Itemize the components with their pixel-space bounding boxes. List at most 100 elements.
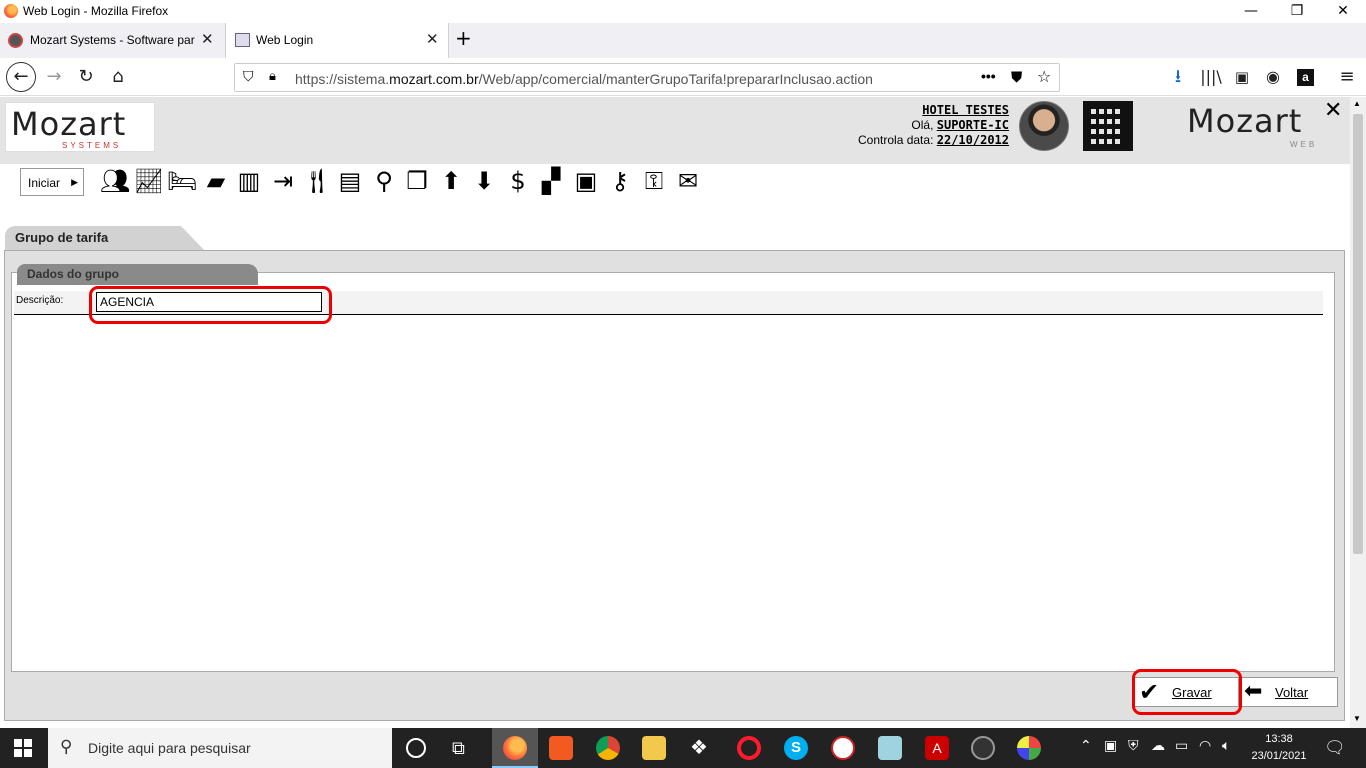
hotel-name[interactable]: HOTEL TESTES (922, 103, 1009, 117)
restaurant-icon[interactable]: 🍴︎ (301, 165, 333, 197)
forward-button[interactable]: → (40, 64, 68, 90)
menu-icon[interactable]: ≡ (1333, 64, 1361, 90)
brave-icon[interactable] (549, 736, 573, 760)
tab-mozart-systems[interactable]: Mozart Systems - Software para ✕ (0, 23, 224, 58)
form-panel (11, 272, 1335, 672)
back-button[interactable]: ← (6, 62, 36, 92)
url-bar[interactable]: ⛉ 🔒︎ https://sistema.mozart.com.br/Web/a… (234, 63, 1060, 92)
cortana-icon[interactable] (406, 738, 426, 758)
minimize-button[interactable]: — (1228, 2, 1274, 22)
task-view-icon[interactable]: ⧉ (452, 738, 465, 759)
downloads-icon[interactable]: ⭳ (1164, 64, 1192, 90)
library-icon[interactable]: |||\ (1197, 64, 1225, 90)
back-label: Voltar (1275, 685, 1309, 700)
app-icon[interactable] (971, 736, 995, 760)
mozart-web-logo: Mozart WEB (1182, 100, 1324, 154)
taskbar-firefox[interactable] (492, 728, 538, 768)
tab-label: Web Login (256, 33, 314, 47)
users-icon[interactable]: 👥︎ (99, 165, 131, 197)
chrome-icon[interactable] (596, 736, 620, 760)
volume-icon[interactable]: 🔈︎ (1222, 738, 1230, 754)
page-actions-icon[interactable]: ••• (981, 68, 996, 84)
tab-close-icon[interactable]: ✕ (426, 30, 439, 48)
mozart-favicon-icon (8, 33, 23, 48)
notifications-icon[interactable]: 🗨︎ (1324, 738, 1346, 758)
windows-icon[interactable]: ❐ (401, 165, 433, 197)
new-tab-button[interactable]: + (455, 26, 472, 50)
url-text[interactable]: https://sistema.mozart.com.br/Web/app/co… (295, 71, 873, 87)
acrobat-icon[interactable]: A (925, 736, 949, 760)
upload-icon[interactable]: ⬆ (435, 165, 467, 197)
start-menu-label: Iniciar (28, 176, 61, 190)
taskbar-search[interactable]: ⚲ Digite aqui para pesquisar (48, 728, 392, 768)
start-menu-button[interactable]: Iniciar ▶ (20, 168, 84, 196)
pocket-icon[interactable]: ⛊ (1011, 68, 1022, 86)
account-icon[interactable]: ◉ (1259, 64, 1287, 90)
page-favicon-icon (235, 33, 250, 47)
logo-subtitle: WEB (1290, 140, 1318, 149)
search-icon[interactable]: ⚲ (368, 165, 400, 197)
tray-overflow-icon[interactable]: ⌃ (1080, 738, 1092, 754)
dollar-icon[interactable]: $ (502, 165, 534, 197)
paint-icon[interactable] (1017, 736, 1041, 760)
amazon-icon[interactable]: a (1297, 69, 1314, 86)
section-tab: Dados do grupo (17, 264, 258, 285)
user-name[interactable]: SUPORTE-IC (937, 118, 1009, 132)
taskbar-clock[interactable]: 13:38 23/01/2021 (1250, 731, 1308, 765)
tab-label: Mozart Systems - Software para (30, 33, 195, 47)
logo-subtitle: SYSTEMS (62, 141, 122, 150)
scroll-up-icon[interactable]: ▲ (1353, 99, 1361, 108)
security-icon[interactable]: ⛨ (1128, 738, 1139, 754)
onedrive-icon[interactable]: ☁ (1151, 738, 1165, 754)
hotel-building-icon[interactable] (1083, 101, 1133, 151)
mail-icon[interactable]: ✉ (672, 165, 704, 197)
user-key-icon[interactable]: ⚿ (638, 165, 670, 197)
arrow-left-icon: ⬅ (1244, 679, 1263, 704)
battery-icon[interactable]: ▭ (1175, 738, 1188, 754)
dropbox-icon[interactable]: ❖ (690, 735, 708, 759)
file-explorer-icon[interactable] (642, 736, 666, 760)
folder-icon[interactable]: ▣ (570, 165, 602, 197)
maximize-button[interactable]: ❐ (1274, 2, 1320, 22)
tab-web-login[interactable]: Web Login ✕ (225, 23, 449, 58)
page-scrollbar[interactable]: ▲ ▼ (1350, 97, 1366, 728)
logo-text: Mozart (11, 105, 127, 143)
sidebar-icon[interactable]: ▣ (1228, 64, 1256, 90)
card-icon[interactable]: ▰ (200, 165, 232, 197)
chart-icon[interactable]: 📈︎ (133, 165, 165, 197)
tab-strip: Mozart Systems - Software para ✕ Web Log… (0, 23, 1366, 58)
section-title: Dados do grupo (27, 267, 119, 281)
shield-icon[interactable]: ⛉ (243, 69, 254, 85)
home-button[interactable]: ⌂ (104, 64, 132, 90)
taskbar-search-placeholder: Digite aqui para pesquisar (88, 740, 251, 756)
key-icon[interactable]: ⚷ (604, 165, 636, 197)
opera-icon[interactable] (737, 736, 761, 760)
back-page-button[interactable]: ⬅ Voltar (1241, 677, 1338, 707)
cashier-icon[interactable]: ▤ (334, 165, 366, 197)
camera-icon[interactable]: ▣ (1104, 738, 1117, 754)
wifi-icon[interactable]: ◠ (1199, 738, 1211, 754)
scroll-down-icon[interactable]: ▼ (1353, 714, 1361, 723)
bookmark-star-icon[interactable]: ☆ (1037, 67, 1051, 86)
building-icon[interactable]: ▥ (233, 165, 265, 197)
bed-icon[interactable]: 🛏︎ (166, 165, 198, 197)
highlight-box (1132, 669, 1242, 715)
download-icon[interactable]: ⬇ (468, 165, 500, 197)
scroll-thumb[interactable] (1353, 114, 1363, 554)
lock-icon[interactable]: 🔒︎ (269, 69, 276, 84)
tab-close-icon[interactable]: ✕ (201, 30, 214, 48)
control-date[interactable]: 22/10/2012 (937, 133, 1009, 147)
close-window-button[interactable]: ✕ (1320, 2, 1366, 22)
control-date-label: Controla data: (858, 133, 934, 147)
clock-time: 13:38 (1265, 733, 1293, 745)
boxes-icon[interactable]: ▞ (535, 165, 567, 197)
windows-start-icon[interactable] (14, 739, 32, 757)
reload-button[interactable]: ↻ (72, 64, 100, 90)
close-app-icon[interactable]: ✕ (1324, 98, 1342, 123)
app-icon[interactable] (831, 736, 855, 760)
firefox-icon (4, 4, 18, 18)
skype-icon[interactable]: S (784, 736, 808, 760)
login-icon[interactable]: ⇥ (267, 165, 299, 197)
nav-bar: ← → ↻ ⌂ ⛉ 🔒︎ https://sistema.mozart.com.… (0, 58, 1366, 96)
notes-icon[interactable] (878, 736, 902, 760)
